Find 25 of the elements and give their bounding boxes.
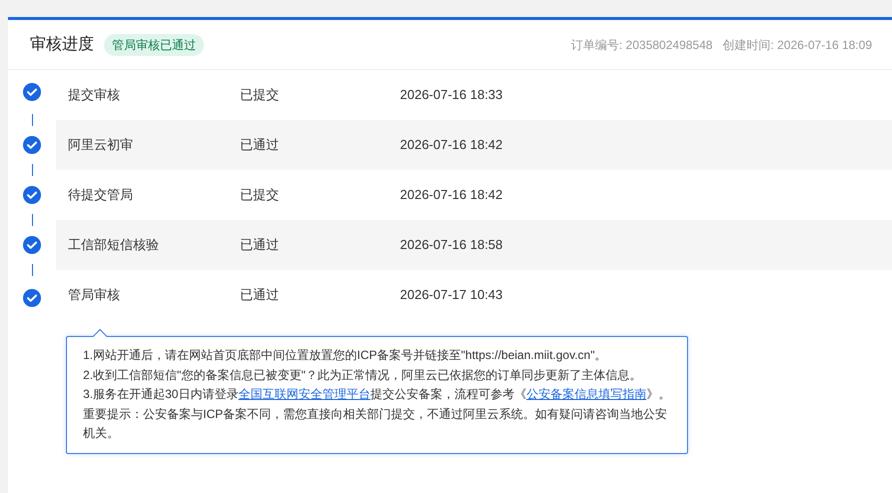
step-status: 已提交 [240,186,280,204]
step-name: 管局审核 [67,286,121,304]
step-name: 工信部短信核验 [67,236,160,254]
step-status: 已通过 [240,286,280,304]
step-status: 已通过 [240,136,280,154]
notice-text: 重要提示：公安备案与ICP备案不同，需您直接向相关部门提交，不通过阿里云系统。如有疑问请咨询当地公安机关。 [83,406,668,442]
step-status: 已提交 [240,86,280,104]
step-time: 2026-07-16 18:42 [400,186,503,204]
notice-text: 3.服务在开通起30日内请登录全国互联网安全管理平台提交公安备案，流程可参考《公安备案信息填写指南》。 [83,386,671,403]
step-time: 2026-07-16 18:33 [400,86,503,104]
step-time: 2026-07-16 18:42 [400,136,503,154]
step-name: 待提交管局 [67,186,134,204]
step-status: 已通过 [240,236,280,254]
notice-text: 2.收到工信部短信"您的备案信息已被变更"？此为正常情况，阿里云已依据您的订单同步更新了主体信息。 [83,366,643,384]
step-time: 2026-07-16 18:58 [400,236,503,254]
notice-text: 1.网站开通后，请在网站首页底部中间位置放置您的ICP备案号并链接至"https://beian.miit.gov.cn"。 [83,347,608,364]
section-title: 审核进度 [30,34,94,54]
step-name: 阿里云初审 [67,136,134,154]
step-name: 提交审核 [67,86,121,104]
created-time: 创建时间: 2026-07-16 18:09 [722,36,872,54]
order-number: 订单编号: 2035802498548 [571,36,713,54]
status-badge: 管局审核已通过 [104,34,204,56]
notice-link[interactable]: 公安备案信息填写指南 [526,387,646,401]
notice-link[interactable]: 全国互联网安全管理平台 [238,387,370,401]
step-time: 2026-07-17 10:43 [400,286,503,304]
